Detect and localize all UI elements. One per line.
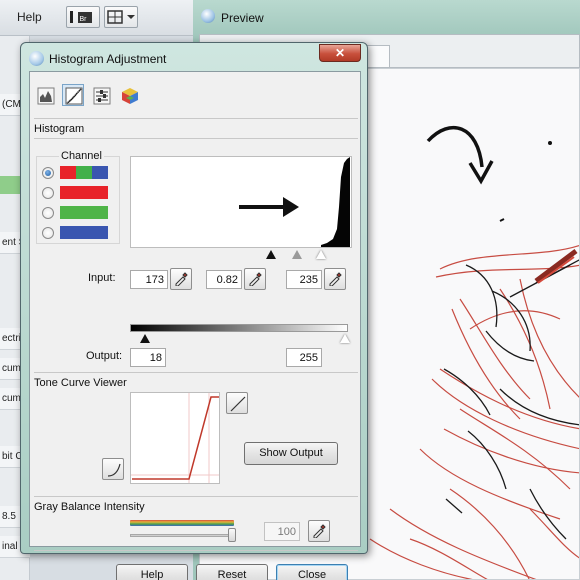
layout-grid-icon xyxy=(107,10,135,24)
section-divider xyxy=(34,372,358,373)
color-cube-tool-button[interactable] xyxy=(118,84,140,106)
channel-group: Channel xyxy=(36,150,120,244)
color-balance-tool-button[interactable] xyxy=(90,84,112,106)
histogram-section-label: Histogram xyxy=(34,123,85,135)
dialog-body: Histogram Channel Input: 173 0.82 235 Ou… xyxy=(29,71,361,580)
section-divider xyxy=(34,550,358,551)
channel-swatch-green xyxy=(60,206,108,219)
histogram-graph xyxy=(130,156,352,248)
section-divider xyxy=(34,496,358,497)
diagonal-line-icon xyxy=(230,396,246,412)
channel-radio-blue[interactable] xyxy=(42,227,54,239)
channel-swatch-red xyxy=(60,186,108,199)
tone-curve-tool-button[interactable] xyxy=(62,84,84,106)
input-shadow-field[interactable]: 173 xyxy=(130,270,168,289)
output-highlight-marker[interactable] xyxy=(340,334,350,343)
reset-button[interactable]: Reset xyxy=(196,564,268,580)
histogram-adjustment-dialog: Histogram Adjustment ✕ Histogram Channel… xyxy=(20,42,368,580)
tone-curve-section-label: Tone Curve Viewer xyxy=(34,377,127,389)
section-divider xyxy=(34,118,358,119)
preview-window-icon xyxy=(201,9,215,23)
dialog-close-button[interactable]: ✕ xyxy=(319,44,361,62)
channel-label: Channel xyxy=(59,150,104,162)
curve-icon xyxy=(107,463,121,477)
channel-swatch-rgb xyxy=(60,166,108,179)
gray-eyedropper-button[interactable] xyxy=(244,268,266,290)
eyedropper-icon xyxy=(249,272,262,286)
histogram-tool-button[interactable] xyxy=(34,84,56,106)
output-gradient-bar xyxy=(130,324,348,332)
channel-radio-rgb[interactable] xyxy=(42,167,54,179)
eyedropper-icon xyxy=(175,272,188,286)
color-cube-icon xyxy=(122,88,138,104)
curve-style-button[interactable] xyxy=(102,458,124,480)
gray-balance-slider-thumb[interactable] xyxy=(228,528,236,542)
output-label: Output: xyxy=(86,350,123,362)
output-shadow-field[interactable]: 18 xyxy=(130,348,166,367)
shadow-eyedropper-button[interactable] xyxy=(170,268,192,290)
menu-help[interactable]: Help xyxy=(17,10,42,24)
svg-text:Br: Br xyxy=(80,16,88,23)
dialog-title: Histogram Adjustment xyxy=(49,52,167,66)
input-shadow-marker[interactable] xyxy=(266,250,276,259)
channel-radio-green[interactable] xyxy=(42,207,54,219)
background-toolbar: Help Br xyxy=(0,0,200,36)
tone-curve-plot xyxy=(131,393,219,483)
close-button[interactable]: Close xyxy=(276,564,348,580)
input-gamma-field[interactable]: 0.82 xyxy=(206,270,242,289)
output-shadow-marker[interactable] xyxy=(140,334,150,343)
eyedropper-icon xyxy=(329,272,342,286)
section-divider xyxy=(34,138,358,139)
gray-balance-slider-track[interactable] xyxy=(130,534,234,537)
channel-radio-red[interactable] xyxy=(42,187,54,199)
channel-swatch-blue xyxy=(60,226,108,239)
linear-curve-button[interactable] xyxy=(226,392,248,414)
histogram-plot xyxy=(239,157,350,247)
input-highlight-marker[interactable] xyxy=(316,250,326,259)
gray-balance-value-field[interactable]: 100 xyxy=(264,522,300,541)
input-label: Input: xyxy=(88,272,116,284)
color-balance-icon xyxy=(93,87,111,105)
layout-button[interactable] xyxy=(104,6,138,28)
tone-curve-icon xyxy=(65,87,83,105)
preview-title: Preview xyxy=(221,11,264,25)
scanner-app-icon xyxy=(29,51,44,66)
gray-balance-eyedropper-button[interactable] xyxy=(308,520,330,542)
highlight-eyedropper-button[interactable] xyxy=(324,268,346,290)
histogram-icon xyxy=(37,87,55,105)
tone-curve-graph xyxy=(130,392,220,484)
output-highlight-field[interactable]: 255 xyxy=(286,348,322,367)
bridge-icon: Br xyxy=(70,11,92,23)
help-button[interactable]: Help xyxy=(116,564,188,580)
input-midtone-marker[interactable] xyxy=(292,250,302,259)
input-highlight-field[interactable]: 235 xyxy=(286,270,322,289)
show-output-button[interactable]: Show Output xyxy=(244,442,338,465)
bridge-button[interactable]: Br xyxy=(66,6,100,28)
eyedropper-icon xyxy=(313,524,326,538)
gray-balance-gradient xyxy=(130,520,234,526)
gray-balance-section-label: Gray Balance Intensity xyxy=(34,501,145,513)
